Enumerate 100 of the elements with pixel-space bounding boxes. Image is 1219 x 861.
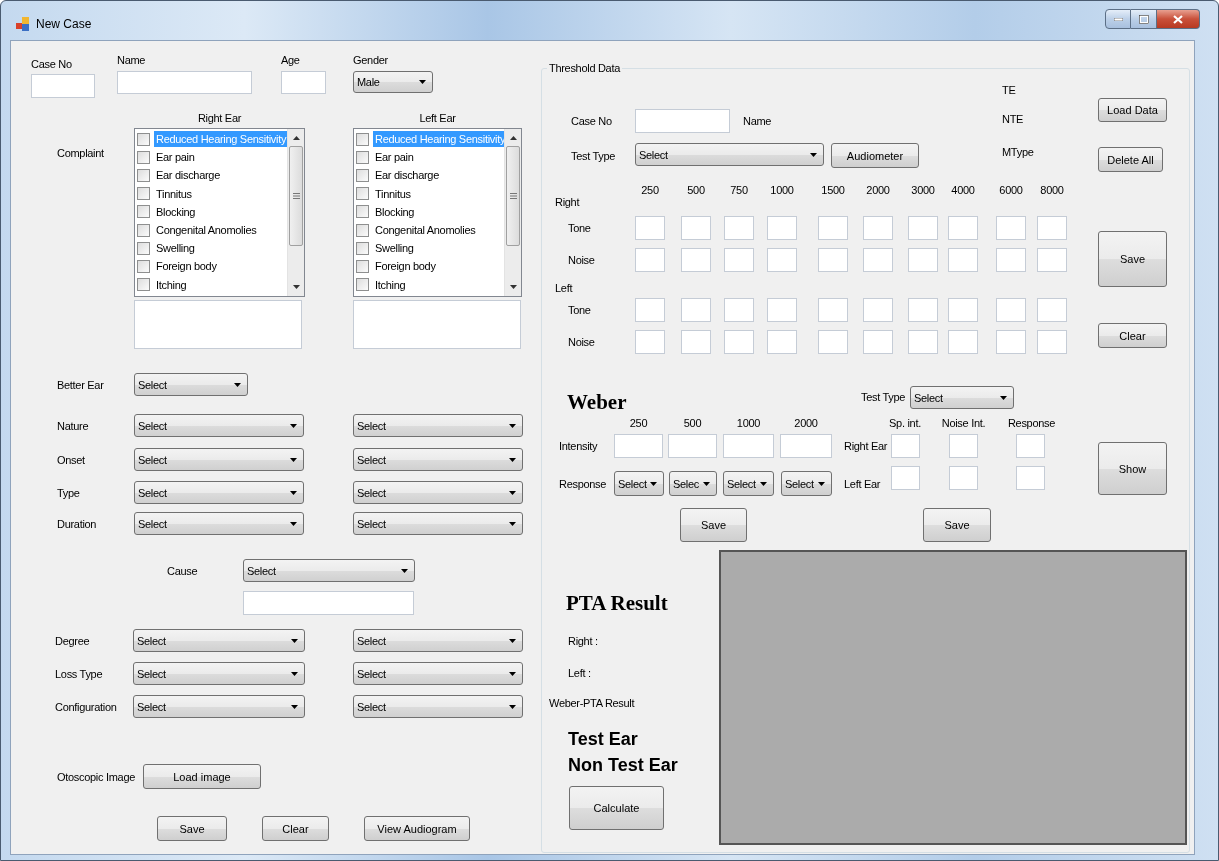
dropdown[interactable]: Select <box>910 386 1014 409</box>
up-arrow-icon[interactable] <box>292 136 300 140</box>
threshold-field[interactable] <box>767 216 797 240</box>
threshold-field[interactable] <box>948 298 978 322</box>
threshold-field[interactable] <box>635 248 665 272</box>
dropdown[interactable]: Select <box>723 471 774 496</box>
text-area[interactable] <box>134 300 302 349</box>
scrollbar-thumb[interactable] <box>289 146 303 246</box>
threshold-field[interactable] <box>818 298 848 322</box>
intensity-field[interactable] <box>723 434 774 458</box>
list-item[interactable]: Blocking <box>373 203 417 220</box>
checkbox[interactable] <box>356 223 369 237</box>
checkbox[interactable] <box>137 150 150 164</box>
dropdown[interactable]: Select <box>133 695 305 718</box>
threshold-field[interactable] <box>908 298 938 322</box>
list-item[interactable]: Ear pain <box>373 149 416 166</box>
threshold-field[interactable] <box>863 248 893 272</box>
dropdown[interactable]: Select <box>781 471 832 496</box>
list-item[interactable]: Foreign body <box>373 258 438 275</box>
save-button[interactable]: Save <box>1098 231 1167 287</box>
list-item[interactable]: Foreign body <box>154 258 219 275</box>
load-image-button[interactable]: Load image <box>143 764 261 789</box>
checkbox[interactable] <box>356 150 369 164</box>
list-item[interactable]: Congenital Anomolies <box>373 222 478 239</box>
text-field[interactable] <box>1016 434 1045 458</box>
list-item[interactable]: Tinnitus <box>154 185 194 202</box>
threshold-field[interactable] <box>681 298 711 322</box>
dropdown[interactable]: Selec <box>669 471 717 496</box>
maximize-button[interactable] <box>1131 9 1157 29</box>
text-field[interactable] <box>31 74 95 98</box>
text-field[interactable] <box>281 71 326 94</box>
threshold-field[interactable] <box>818 330 848 354</box>
text-field[interactable] <box>1016 466 1045 490</box>
threshold-field[interactable] <box>948 248 978 272</box>
checkbox[interactable] <box>137 205 150 219</box>
threshold-field[interactable] <box>681 330 711 354</box>
scrollbar-thumb[interactable] <box>506 146 520 246</box>
threshold-field[interactable] <box>635 216 665 240</box>
threshold-field[interactable] <box>767 248 797 272</box>
view-audiogram-button[interactable]: View Audiogram <box>364 816 470 841</box>
checkbox[interactable] <box>137 223 150 237</box>
dropdown[interactable]: Select <box>353 481 523 504</box>
list-item[interactable]: Congenital Anomolies <box>154 222 259 239</box>
checkbox[interactable] <box>356 205 369 219</box>
threshold-field[interactable] <box>996 216 1026 240</box>
checkbox[interactable] <box>137 168 150 182</box>
checkbox[interactable] <box>356 278 369 292</box>
list-item[interactable]: Swelling <box>154 240 197 257</box>
down-arrow-icon[interactable] <box>292 285 300 289</box>
list-item[interactable]: Ear discharge <box>154 167 222 184</box>
checkbox[interactable] <box>356 187 369 201</box>
dropdown[interactable]: Select <box>133 629 305 652</box>
clear-button[interactable]: Clear <box>1098 323 1167 348</box>
threshold-field[interactable] <box>863 216 893 240</box>
dropdown[interactable]: Select <box>134 414 304 437</box>
calculate-button[interactable]: Calculate <box>569 786 664 830</box>
threshold-field[interactable] <box>863 298 893 322</box>
dropdown[interactable]: Select <box>243 559 415 582</box>
down-arrow-icon[interactable] <box>509 285 517 289</box>
delete-all-button[interactable]: Delete All <box>1098 147 1163 172</box>
dropdown[interactable]: Select <box>134 512 304 535</box>
text-area[interactable] <box>353 300 521 349</box>
dropdown[interactable]: Select <box>353 512 523 535</box>
minimize-button[interactable] <box>1105 9 1131 29</box>
checkbox[interactable] <box>137 259 150 273</box>
dropdown[interactable]: Select <box>353 448 523 471</box>
text-field[interactable] <box>117 71 252 94</box>
checkbox[interactable] <box>137 241 150 255</box>
save-button[interactable]: Save <box>923 508 991 542</box>
save-button[interactable]: Save <box>157 816 227 841</box>
list-item[interactable]: Ear pain <box>154 149 197 166</box>
close-button[interactable] <box>1157 9 1200 29</box>
intensity-field[interactable] <box>614 434 663 458</box>
threshold-field[interactable] <box>818 248 848 272</box>
dropdown[interactable]: Select <box>353 414 523 437</box>
checkbox[interactable] <box>356 259 369 273</box>
show-button[interactable]: Show <box>1098 442 1167 495</box>
dropdown[interactable]: Select <box>133 662 305 685</box>
dropdown[interactable]: Select <box>353 695 523 718</box>
text-field[interactable] <box>949 434 978 458</box>
threshold-field[interactable] <box>996 248 1026 272</box>
threshold-field[interactable] <box>948 216 978 240</box>
threshold-field[interactable] <box>635 330 665 354</box>
up-arrow-icon[interactable] <box>509 136 517 140</box>
threshold-field[interactable] <box>818 216 848 240</box>
list-item[interactable]: Ear discharge <box>373 167 441 184</box>
threshold-field[interactable] <box>724 216 754 240</box>
threshold-field[interactable] <box>1037 248 1067 272</box>
intensity-field[interactable] <box>780 434 832 458</box>
list-item[interactable]: Itching <box>373 276 408 293</box>
threshold-field[interactable] <box>767 330 797 354</box>
threshold-field[interactable] <box>724 298 754 322</box>
text-field[interactable] <box>949 466 978 490</box>
threshold-field[interactable] <box>908 248 938 272</box>
dropdown[interactable]: Select <box>353 629 523 652</box>
dropdown[interactable]: Select <box>614 471 664 496</box>
threshold-field[interactable] <box>996 330 1026 354</box>
text-field[interactable] <box>891 434 920 458</box>
threshold-field[interactable] <box>1037 298 1067 322</box>
threshold-field[interactable] <box>996 298 1026 322</box>
